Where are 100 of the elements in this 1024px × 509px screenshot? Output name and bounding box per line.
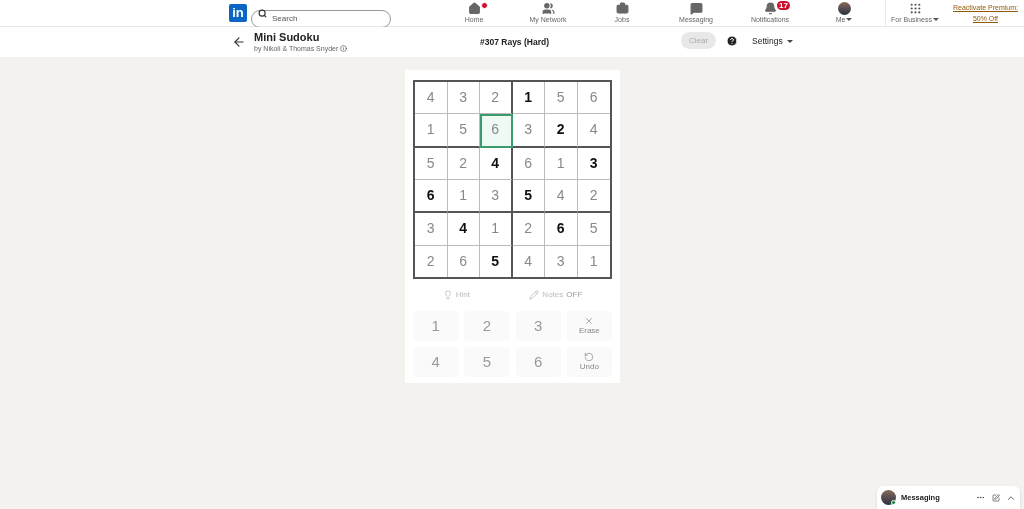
cell-number: 1 (589, 251, 598, 271)
cell-number: 6 (556, 219, 565, 239)
grid-cell[interactable]: 1 (577, 245, 610, 277)
cell-number: 5 (556, 88, 565, 108)
app-logo[interactable]: in (229, 4, 247, 22)
grid-cell[interactable]: 3 (512, 114, 545, 148)
notes-state: OFF (566, 289, 583, 301)
cell-number: 2 (459, 153, 468, 173)
cell-number: 4 (426, 88, 435, 108)
caret-icon (932, 18, 939, 21)
grid-cell[interactable]: 1 (447, 180, 480, 214)
grid-cell[interactable]: 3 (577, 147, 610, 180)
digit-key[interactable]: 6 (515, 347, 561, 377)
digit-key[interactable]: 4 (413, 347, 459, 377)
grid-cell[interactable]: 2 (512, 213, 545, 246)
notes-button[interactable]: Notes OFF (529, 289, 583, 301)
digit-key[interactable]: 2 (464, 311, 510, 341)
cell-number: 1 (491, 219, 500, 239)
grid-cell[interactable]: 5 (577, 213, 610, 246)
cell-number: 3 (556, 251, 565, 271)
grid-cell[interactable]: 4 (545, 180, 578, 214)
pencil-icon (529, 290, 540, 300)
grid-cell[interactable]: 5 (480, 245, 513, 277)
grid-cell[interactable]: 4 (447, 213, 480, 246)
avatar (837, 2, 851, 15)
notification-badge: 17 (777, 0, 790, 10)
puzzle-title: #307 Rays (Hard) (480, 36, 549, 49)
house-icon (467, 2, 481, 15)
cell-number: 6 (426, 186, 435, 206)
back-arrow-icon[interactable] (232, 35, 246, 49)
grid-cell[interactable]: 5 (512, 180, 545, 214)
erase-button[interactable]: Erase (566, 311, 612, 341)
cell-number: 4 (524, 251, 533, 271)
cell-number: 5 (491, 251, 500, 271)
grid-cell[interactable]: 6 (447, 245, 480, 277)
grid-cell[interactable]: 2 (447, 147, 480, 180)
people-icon (541, 2, 555, 15)
undo-button[interactable]: Undo (566, 347, 612, 377)
cell-number: 2 (524, 219, 533, 239)
grid-cell[interactable]: 6 (415, 180, 448, 214)
grid-cell[interactable]: 3 (447, 82, 480, 115)
grid-cell[interactable]: 6 (577, 82, 610, 115)
settings-menu[interactable]: Settings (752, 35, 793, 48)
info-icon[interactable] (340, 45, 348, 52)
cell-number: 4 (589, 120, 598, 140)
grid-cell[interactable]: 6 (480, 114, 513, 148)
hint-button[interactable]: Hint (442, 289, 470, 301)
grid-cell[interactable]: 4 (415, 82, 448, 115)
grid-cell[interactable]: 1 (415, 114, 448, 148)
cell-number: 3 (524, 120, 533, 140)
grid-cell[interactable]: 2 (415, 245, 448, 277)
grid-cell[interactable]: 1 (545, 147, 578, 180)
game-title: Mini Sudoku (254, 31, 321, 44)
grid-cell[interactable]: 1 (480, 213, 513, 246)
cell-number: 4 (459, 219, 468, 239)
lightbulb-icon (442, 290, 453, 300)
avatar (881, 490, 896, 505)
briefcase-icon (615, 2, 629, 15)
grid-icon (908, 2, 922, 15)
digit-key[interactable]: 5 (464, 347, 510, 377)
caret-icon (846, 18, 853, 21)
digit-key[interactable]: 3 (515, 311, 561, 341)
grid-cell[interactable]: 3 (545, 245, 578, 277)
cell-number: 3 (459, 88, 468, 108)
cell-number: 2 (589, 186, 598, 206)
grid-cell[interactable]: 6 (545, 213, 578, 246)
grid-cell[interactable]: 4 (480, 147, 513, 180)
grid-cell[interactable]: 4 (577, 114, 610, 148)
cell-number: 2 (426, 251, 435, 271)
more-icon[interactable] (976, 493, 985, 502)
grid-cell[interactable]: 6 (512, 147, 545, 180)
cell-number: 1 (426, 120, 435, 140)
compose-icon[interactable] (992, 493, 1000, 502)
help-icon[interactable] (726, 35, 738, 47)
digit-key[interactable]: 1 (413, 311, 459, 341)
cell-number: 1 (556, 153, 565, 173)
cell-number: 3 (426, 219, 435, 239)
cell-number: 5 (589, 219, 598, 239)
bell-icon (763, 2, 777, 15)
grid-cell[interactable]: 5 (415, 147, 448, 180)
grid-cell[interactable]: 5 (545, 82, 578, 115)
grid-cell[interactable]: 2 (545, 114, 578, 148)
cell-number: 3 (491, 186, 500, 206)
close-icon (584, 316, 595, 326)
grid-cell[interactable]: 3 (415, 213, 448, 246)
cell-number: 2 (556, 120, 565, 140)
grid-cell[interactable]: 2 (577, 180, 610, 214)
cell-number: 5 (524, 186, 533, 206)
search-icon (258, 8, 267, 18)
cell-number: 1 (459, 186, 468, 206)
chat-icon (689, 2, 703, 15)
notes-label: Notes (542, 289, 564, 301)
cell-number: 6 (524, 153, 533, 173)
caret-icon (786, 39, 793, 43)
cell-number: 4 (556, 186, 565, 206)
grid-cell[interactable]: 3 (480, 180, 513, 214)
cell-number: 6 (459, 251, 468, 271)
grid-cell[interactable]: 1 (512, 82, 545, 115)
cell-number: 6 (589, 88, 598, 108)
grid-cell[interactable]: 4 (512, 245, 545, 277)
